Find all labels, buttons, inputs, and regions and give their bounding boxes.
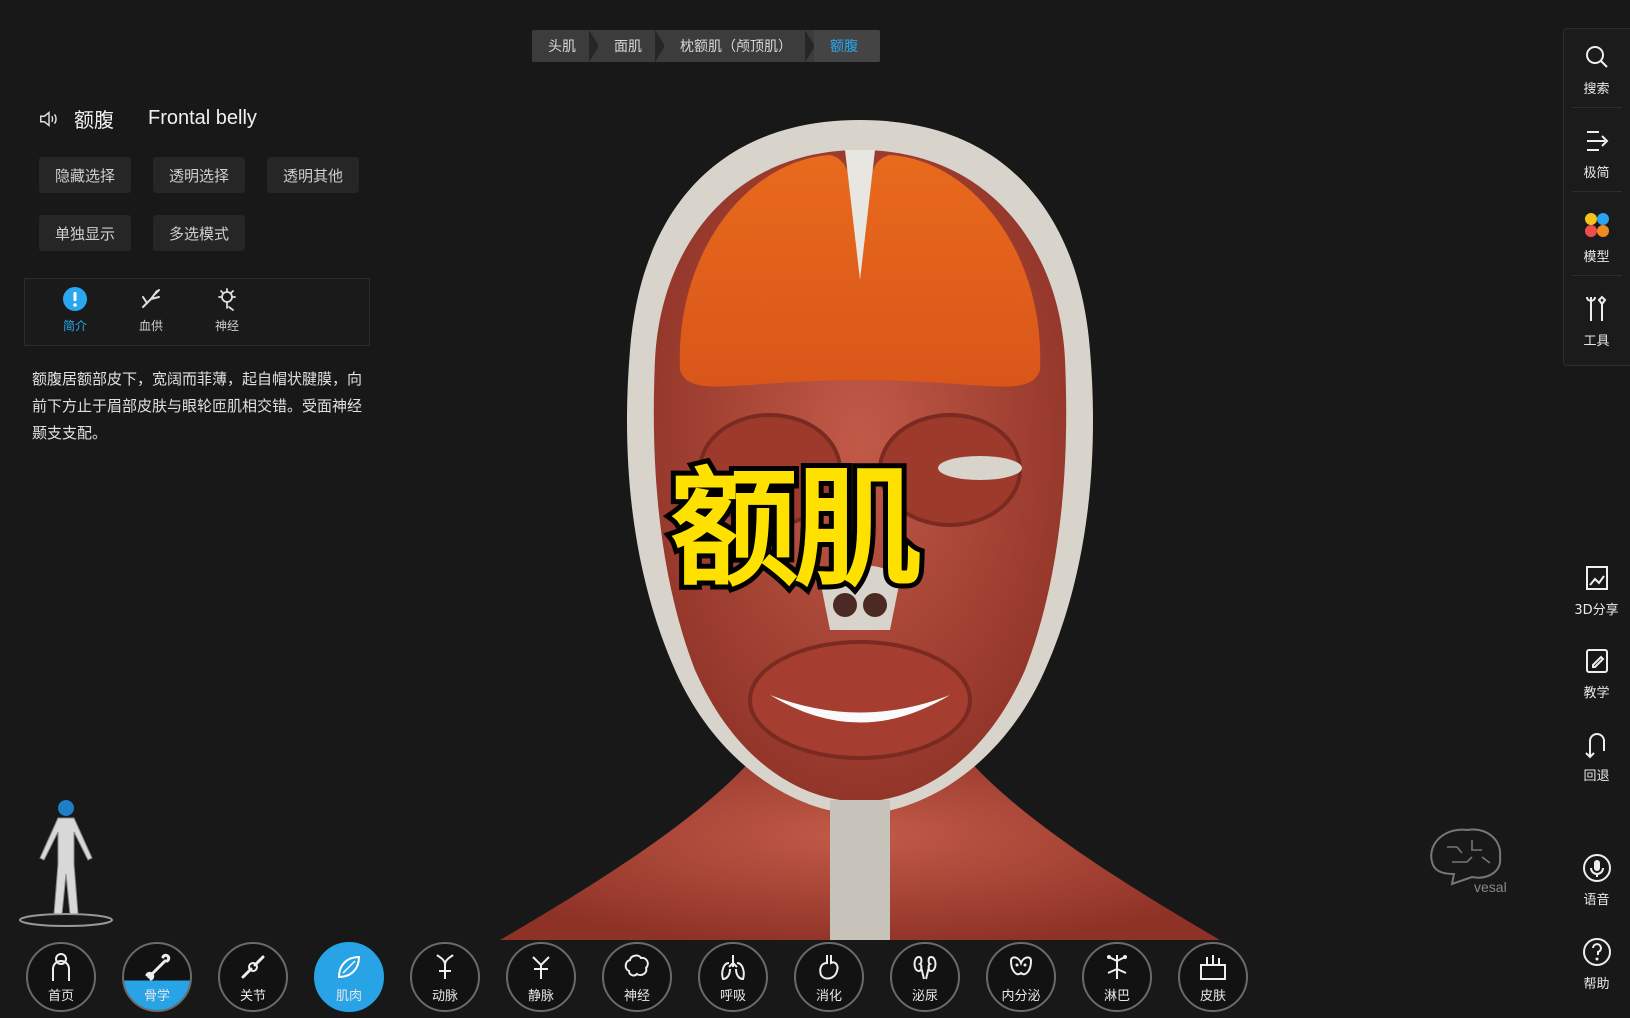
lymph-icon [1107,955,1127,979]
system-urinary-label: 泌尿 [911,989,938,1004]
brain-icon [624,954,649,977]
undo-button[interactable]: 回退 [1563,729,1630,784]
system-respiratory-button[interactable]: 呼吸 [698,942,768,1012]
breadcrumb-item-frontal-belly[interactable]: 额腹 [814,30,880,62]
vesal-logo: vesal [1430,828,1507,895]
voice-button[interactable]: 语音 [1563,853,1630,908]
toolbar-divider [1572,107,1622,108]
multi-select-button[interactable]: 多选模式 [153,215,245,251]
share-3d-label: 3D分享 [1574,603,1619,618]
teaching-button[interactable]: 教学 [1563,646,1630,701]
muscle-icon [337,955,361,979]
blood-vessel-icon [142,289,160,308]
system-muscles-button[interactable]: 肌肉 [314,942,384,1012]
tab-intro[interactable]: 简介 [47,285,103,334]
joint-icon [241,955,265,979]
system-lymphatic-button[interactable]: 淋巴 [1082,942,1152,1012]
lungs-icon [721,955,745,981]
share-3d-button[interactable]: 3D分享 [1563,563,1630,618]
tab-blood-supply-label: 血供 [138,319,163,333]
help-icon [1582,938,1611,966]
kidney-icon [913,955,937,980]
help-label: 帮助 [1583,977,1610,992]
structure-title: 额腹 Frontal belly [38,104,257,133]
system-muscles-label: 肌肉 [335,989,362,1004]
model-button[interactable]: 模型 [1563,210,1630,265]
nerve-icon [218,288,236,311]
transparent-selected-button[interactable]: 透明选择 [153,157,245,193]
system-skeleton-button[interactable]: 骨学 [122,942,192,1012]
tools-button[interactable]: 工具 [1563,294,1630,349]
system-home-button[interactable]: 首页 [26,942,96,1012]
undo-icon [1584,733,1605,759]
hide-selected-button[interactable]: 隐藏选择 [39,157,131,193]
isolate-button[interactable]: 单独显示 [39,215,131,251]
system-endocrine-label: 内分泌 [1001,989,1041,1004]
breadcrumb-item-occipitofrontalis[interactable]: 枕额肌（颅顶肌） [664,30,815,62]
tools-label: 工具 [1583,334,1610,349]
system-digestive-button[interactable]: 消化 [794,942,864,1012]
system-endocrine-button[interactable]: 内分泌 [986,942,1056,1012]
system-nervous-button[interactable]: 神经 [602,942,672,1012]
structure-name-en: Frontal belly [148,107,257,129]
system-veins-label: 静脉 [527,989,554,1004]
model-label: 模型 [1583,250,1610,265]
system-nervous-label: 神经 [623,989,650,1004]
artery-icon [436,954,454,979]
speaker-icon[interactable] [38,108,60,130]
search-button[interactable]: 搜索 [1563,42,1630,97]
system-urinary-button[interactable]: 泌尿 [890,942,960,1012]
tab-blood-supply[interactable]: 血供 [123,285,179,334]
overlay-caption: 额肌 [665,450,927,609]
stomach-icon [819,955,839,980]
minimal-mode-icon [1586,131,1608,151]
system-lymphatic-label: 淋巴 [1103,989,1130,1004]
help-button[interactable]: 帮助 [1563,937,1630,992]
structure-name-cn: 额腹 [74,108,114,132]
structure-description: 额腹居额部皮下，宽阔而菲薄，起自帽状腱膜，向前下方止于眉部皮肤与眼轮匝肌相交错。… [32,370,363,442]
system-joints-label: 关节 [239,989,266,1004]
tab-intro-label: 简介 [62,319,87,333]
info-tabs: 简介 血供 神经 [24,278,370,346]
breadcrumb: 头肌 面肌 枕额肌（颅顶肌） 额腹 [532,30,880,62]
voice-label: 语音 [1583,893,1610,908]
system-arteries-button[interactable]: 动脉 [410,942,480,1012]
vein-icon [532,956,550,979]
vesal-logo-text: vesal [1474,879,1507,895]
model-palette-icon [1584,213,1609,237]
toolbar-divider [1572,275,1622,276]
system-skin-label: 皮肤 [1199,989,1226,1004]
search-label: 搜索 [1583,82,1610,97]
body-orientation-avatar[interactable] [18,798,128,928]
system-respiratory-label: 呼吸 [719,989,746,1004]
info-icon [63,287,87,311]
teaching-label: 教学 [1583,686,1610,701]
minimal-mode-button[interactable]: 极简 [1563,126,1630,181]
toolbar-divider [1572,191,1622,192]
transparent-others-button[interactable]: 透明其他 [267,157,359,193]
minimal-mode-label: 极简 [1583,166,1610,181]
tab-nerve-label: 神经 [214,319,239,333]
breadcrumb-item-head-muscles[interactable]: 头肌 [532,30,599,62]
system-veins-button[interactable]: 静脉 [506,942,576,1012]
tools-icon [1585,295,1606,321]
system-arteries-label: 动脉 [431,989,458,1004]
bone-icon [145,953,171,981]
share-3d-icon [1585,566,1608,590]
system-home-label: 首页 [47,989,74,1004]
system-skin-button[interactable]: 皮肤 [1178,942,1248,1012]
edit-note-icon [1585,649,1608,673]
system-joints-button[interactable]: 关节 [218,942,288,1012]
search-icon [1585,46,1608,68]
tab-nerve[interactable]: 神经 [199,285,255,334]
person-icon [52,953,70,981]
undo-label: 回退 [1583,769,1610,784]
system-digestive-label: 消化 [815,989,842,1004]
breadcrumb-item-facial-muscles[interactable]: 面肌 [598,30,665,62]
skin-icon [1200,955,1226,980]
microphone-icon [1582,854,1611,882]
thyroid-icon [1009,956,1033,976]
system-skeleton-label: 骨学 [143,989,170,1004]
